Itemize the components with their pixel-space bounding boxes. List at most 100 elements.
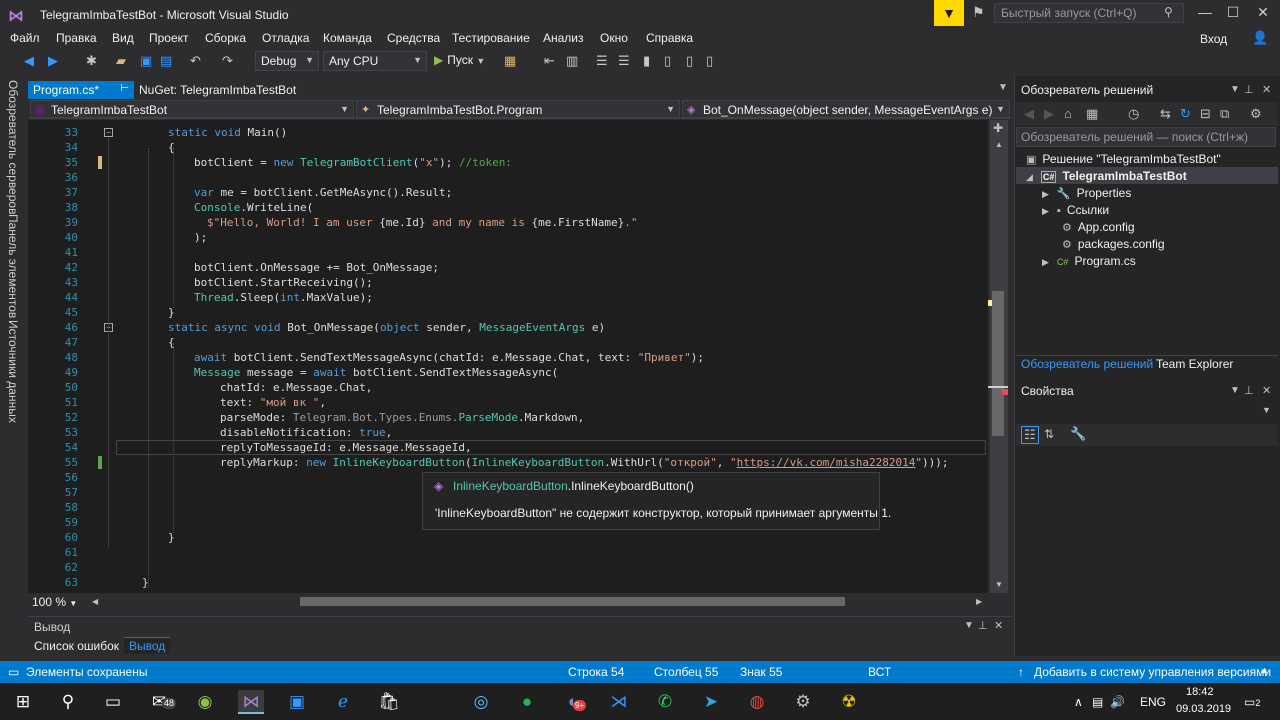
- platform-select[interactable]: Any CPU ▼: [323, 51, 427, 71]
- panel-options-icon[interactable]: ▼: [1230, 385, 1240, 396]
- menu-help[interactable]: Справка: [646, 31, 693, 45]
- browser-link-icon[interactable]: ▦: [504, 53, 516, 69]
- feedback-filter-icon[interactable]: ▼: [934, 0, 964, 26]
- sync-icon[interactable]: ⇆: [1160, 106, 1171, 122]
- class-select[interactable]: ✦ TelegramImbaTestBot.Program ▼: [356, 100, 680, 118]
- menu-debug[interactable]: Отладка: [262, 31, 309, 45]
- back-icon[interactable]: ◀: [1024, 106, 1034, 122]
- collapse-all-icon[interactable]: ⊟: [1200, 106, 1211, 122]
- new-project-icon[interactable]: ✱: [86, 53, 97, 69]
- breakpoint-window-icon[interactable]: ▥: [566, 53, 578, 69]
- member-select[interactable]: ◈ Bot_OnMessage(object sender, MessageEve…: [682, 100, 1010, 118]
- app-window-icon[interactable]: ▣: [284, 690, 310, 714]
- indent-icon[interactable]: ☰: [618, 53, 630, 69]
- menu-view[interactable]: Вид: [112, 31, 134, 45]
- network-icon[interactable]: ▤: [1092, 695, 1103, 709]
- panel-options-icon[interactable]: ▼: [1230, 84, 1240, 95]
- outdent-icon[interactable]: ☰: [596, 53, 608, 69]
- solution-search-input[interactable]: Обозреватель решений — поиск (Ctrl+ж): [1016, 127, 1276, 147]
- menu-test[interactable]: Тестирование: [452, 31, 530, 45]
- radiation-game-icon[interactable]: ☢: [836, 690, 862, 714]
- switch-views-icon[interactable]: ▦: [1086, 106, 1098, 122]
- edge-icon[interactable]: ℯ: [330, 690, 356, 714]
- close-button[interactable]: ✕: [1248, 4, 1278, 21]
- tree-program-cs[interactable]: ▶ C# Program.cs: [1042, 254, 1136, 268]
- bookmark-icon[interactable]: ▮: [643, 53, 650, 69]
- categorized-icon[interactable]: ☷: [1021, 426, 1039, 444]
- chrome-icon[interactable]: ◍: [744, 690, 770, 714]
- steam-icon[interactable]: ⚙: [790, 690, 816, 714]
- data-sources-tab[interactable]: Источники данных: [6, 320, 20, 423]
- close-icon[interactable]: ✕: [1262, 384, 1271, 397]
- zoom-level[interactable]: 100 % ▼: [32, 595, 77, 609]
- spotify-icon[interactable]: ●: [514, 690, 540, 714]
- tab-team-explorer[interactable]: Team Explorer: [1156, 357, 1233, 371]
- back-icon[interactable]: ◀: [24, 53, 34, 69]
- alphabetical-icon[interactable]: ⇅: [1044, 427, 1054, 441]
- expand-arrow-icon[interactable]: ▶: [1042, 206, 1049, 216]
- telegram-icon[interactable]: ➤: [698, 690, 724, 714]
- menu-team[interactable]: Команда: [323, 31, 372, 45]
- menu-analyze[interactable]: Анализ: [543, 31, 584, 45]
- clock-date[interactable]: 09.03.2019: [1176, 703, 1231, 715]
- expand-arrow-icon[interactable]: ▶: [1042, 189, 1049, 199]
- properties-icon[interactable]: ⚙: [1250, 106, 1262, 122]
- visual-studio-taskbar-icon[interactable]: ⋈: [238, 690, 264, 714]
- close-icon[interactable]: ✕: [994, 619, 1003, 632]
- windows-start-icon[interactable]: ⊞: [10, 690, 36, 714]
- tray-chevron-icon[interactable]: ∧: [1074, 695, 1083, 709]
- add-to-source-control[interactable]: Добавить в систему управления версиями: [1034, 665, 1271, 679]
- wrench-icon[interactable]: 🔧: [1070, 426, 1086, 442]
- tree-app-config[interactable]: ⚙ App.config: [1062, 220, 1135, 234]
- show-all-files-icon[interactable]: ⧉: [1220, 106, 1229, 122]
- menu-build[interactable]: Сборка: [205, 31, 246, 45]
- save-all-icon[interactable]: ▤: [160, 53, 172, 69]
- step-icon[interactable]: ⇤: [544, 53, 555, 69]
- language-indicator[interactable]: ENG: [1140, 695, 1166, 709]
- open-folder-icon[interactable]: ▰: [116, 53, 126, 69]
- action-center-icon[interactable]: ▭2: [1244, 695, 1260, 709]
- collapse-toggle[interactable]: −: [104, 128, 113, 137]
- quick-launch-input[interactable]: Быстрый запуск (Ctrl+Q): [994, 3, 1184, 23]
- scroll-left-icon[interactable]: ◀: [92, 597, 98, 606]
- scroll-up-icon[interactable]: ▲: [995, 140, 1003, 149]
- app-icon[interactable]: ◎: [468, 690, 494, 714]
- tab-output[interactable]: Вывод: [124, 637, 171, 654]
- search-icon[interactable]: ⚲: [55, 690, 81, 714]
- prev-bookmark-icon[interactable]: ▯: [664, 53, 671, 69]
- maximize-button[interactable]: ☐: [1218, 4, 1248, 21]
- tab-error-list[interactable]: Список ошибок: [34, 639, 119, 653]
- minimize-button[interactable]: —: [1190, 4, 1220, 20]
- discord-icon[interactable]: ◐9+: [560, 690, 587, 714]
- app-icon[interactable]: ◉: [192, 690, 218, 714]
- visual-studio-code-icon[interactable]: ⋊: [606, 690, 632, 714]
- account-icon[interactable]: 👤: [1252, 30, 1268, 46]
- chevron-down-icon[interactable]: ▼: [1262, 405, 1271, 415]
- whatsapp-icon[interactable]: ✆: [652, 690, 678, 714]
- tree-properties[interactable]: ▶ 🔧 Properties: [1042, 186, 1131, 200]
- redo-icon[interactable]: ↷: [222, 53, 233, 69]
- menu-project[interactable]: Проект: [149, 31, 189, 45]
- undo-icon[interactable]: ↶: [190, 53, 201, 69]
- clock-time[interactable]: 18:42: [1186, 686, 1214, 698]
- task-view-icon[interactable]: ▭: [100, 690, 126, 714]
- next-bookmark-icon[interactable]: ▯: [686, 53, 693, 69]
- chevron-up-icon[interactable]: ▲: [1260, 665, 1269, 675]
- tab-nuget[interactable]: NuGet: TelegramImbaTestBot: [139, 83, 296, 97]
- toolbox-tab[interactable]: Панель элементов: [6, 214, 20, 318]
- split-icon[interactable]: ✚: [993, 121, 1003, 135]
- expand-arrow-icon[interactable]: ▶: [1042, 257, 1049, 267]
- clear-bookmarks-icon[interactable]: ▯: [706, 53, 713, 69]
- store-icon[interactable]: 🛍: [376, 690, 402, 714]
- configuration-select[interactable]: Debug ▼: [255, 51, 319, 71]
- search-icon[interactable]: ⚲: [1164, 5, 1173, 19]
- tree-packages-config[interactable]: ⚙ packages.config: [1062, 237, 1165, 251]
- menu-edit[interactable]: Правка: [56, 31, 97, 45]
- start-button[interactable]: ▶ Пуск ▼: [434, 53, 485, 67]
- scroll-right-icon[interactable]: ▶: [976, 597, 982, 606]
- volume-icon[interactable]: 🔊: [1110, 695, 1125, 709]
- sign-in-link[interactable]: Вход: [1200, 32, 1227, 46]
- tree-references[interactable]: ▶ ▪ Ссылки: [1042, 203, 1109, 217]
- close-icon[interactable]: ✕: [1262, 83, 1271, 96]
- mail-icon[interactable]: ✉ 48: [146, 690, 177, 714]
